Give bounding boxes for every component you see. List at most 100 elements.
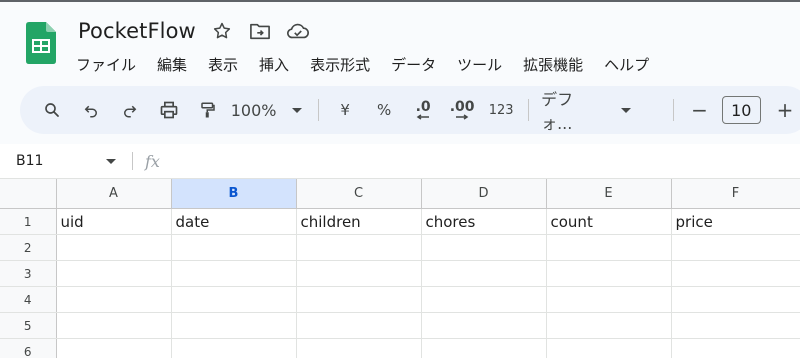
- search-icon: [45, 103, 59, 117]
- row-header[interactable]: 1: [0, 208, 57, 235]
- cell-e3[interactable]: [546, 260, 672, 287]
- menu-file[interactable]: ファイル: [76, 54, 136, 75]
- cell-b1[interactable]: date: [171, 208, 297, 235]
- arrow-left-icon: [416, 114, 430, 120]
- cell-e5[interactable]: [546, 312, 672, 339]
- row-header[interactable]: 3: [0, 260, 57, 287]
- formula-divider: [132, 152, 133, 170]
- move-to-folder-icon[interactable]: [248, 19, 272, 43]
- table-row: 6: [0, 338, 800, 358]
- chevron-down-icon[interactable]: [106, 158, 116, 164]
- cell-c5[interactable]: [296, 312, 422, 339]
- cell-d5[interactable]: [421, 312, 547, 339]
- font-size-input[interactable]: 10: [721, 96, 761, 124]
- font-family-select[interactable]: デフォ...: [541, 86, 655, 134]
- cell-b2[interactable]: [171, 234, 297, 261]
- cell-b4[interactable]: [171, 286, 297, 313]
- cell-a3[interactable]: [56, 260, 172, 287]
- decrease-decimal-button[interactable]: .0: [409, 94, 437, 126]
- cell-e6[interactable]: [546, 338, 672, 358]
- document-title[interactable]: PocketFlow: [78, 19, 196, 43]
- cell-a2[interactable]: [56, 234, 172, 261]
- currency-format-button[interactable]: ¥: [331, 94, 359, 126]
- cell-f2[interactable]: [671, 234, 800, 261]
- cell-e1[interactable]: count: [546, 208, 672, 235]
- cell-a5[interactable]: [56, 312, 172, 339]
- cell-f6[interactable]: [671, 338, 800, 358]
- column-header-e[interactable]: E: [546, 179, 672, 209]
- menu-format[interactable]: 表示形式: [310, 54, 370, 75]
- menu-extensions[interactable]: 拡張機能: [523, 54, 583, 75]
- row-header[interactable]: 6: [0, 338, 57, 358]
- more-formats-button[interactable]: 123: [487, 94, 515, 126]
- zoom-select[interactable]: 100%: [231, 94, 303, 126]
- formula-input[interactable]: [171, 148, 800, 174]
- menu-view[interactable]: 表示: [208, 54, 238, 75]
- menu-bar: ファイル 編集 表示 挿入 表示形式 データ ツール 拡張機能 ヘルプ: [76, 52, 670, 76]
- column-header-f[interactable]: F: [671, 179, 800, 209]
- increase-decimal-label: .00: [449, 99, 475, 115]
- paint-format-button[interactable]: [194, 94, 222, 126]
- search-menus-button[interactable]: [38, 94, 66, 126]
- decrease-decimal-label: .0: [415, 99, 431, 115]
- undo-icon: [84, 105, 97, 118]
- undo-button[interactable]: [77, 94, 105, 126]
- cell-b3[interactable]: [171, 260, 297, 287]
- redo-button[interactable]: [116, 94, 144, 126]
- cell-d1[interactable]: chores: [421, 208, 547, 235]
- table-row: 3: [0, 260, 800, 287]
- cell-f1[interactable]: price: [671, 208, 800, 235]
- percent-format-button[interactable]: %: [370, 94, 398, 126]
- cell-c6[interactable]: [296, 338, 422, 358]
- name-box[interactable]: B11: [16, 153, 116, 169]
- menu-data[interactable]: データ: [391, 54, 436, 75]
- column-header-c[interactable]: C: [296, 179, 422, 209]
- table-row: 2: [0, 234, 800, 261]
- cell-e4[interactable]: [546, 286, 672, 313]
- cell-d6[interactable]: [421, 338, 547, 358]
- cell-c1[interactable]: children: [296, 208, 422, 235]
- cell-f4[interactable]: [671, 286, 800, 313]
- table-row: 5: [0, 312, 800, 339]
- toolbar-divider: [318, 99, 320, 121]
- minus-icon: −: [691, 98, 708, 122]
- decrease-font-size-button[interactable]: −: [686, 94, 714, 126]
- column-header-b[interactable]: B: [171, 179, 297, 209]
- cell-c2[interactable]: [296, 234, 422, 261]
- column-header-d[interactable]: D: [421, 179, 547, 209]
- cell-a1[interactable]: uid: [56, 208, 172, 235]
- cell-b5[interactable]: [171, 312, 297, 339]
- cell-c4[interactable]: [296, 286, 422, 313]
- cell-d4[interactable]: [421, 286, 547, 313]
- redo-icon: [124, 105, 137, 118]
- print-button[interactable]: [155, 94, 183, 126]
- cell-d3[interactable]: [421, 260, 547, 287]
- menu-tools[interactable]: ツール: [457, 54, 502, 75]
- select-all-corner[interactable]: [0, 179, 57, 209]
- percent-label: %: [376, 101, 392, 119]
- table-row: 1 uid date children chores count price: [0, 208, 800, 235]
- cell-b6[interactable]: [171, 338, 297, 358]
- menu-edit[interactable]: 編集: [157, 54, 187, 75]
- cell-f3[interactable]: [671, 260, 800, 287]
- chevron-down-icon: [620, 107, 631, 113]
- row-header[interactable]: 5: [0, 312, 57, 339]
- row-header[interactable]: 2: [0, 234, 57, 261]
- cell-a6[interactable]: [56, 338, 172, 358]
- column-header-a[interactable]: A: [56, 179, 172, 209]
- cell-c3[interactable]: [296, 260, 422, 287]
- row-header[interactable]: 4: [0, 286, 57, 313]
- fx-icon: fx: [145, 151, 160, 171]
- cloud-saved-icon[interactable]: [286, 19, 310, 43]
- cell-e2[interactable]: [546, 234, 672, 261]
- increase-decimal-button[interactable]: .00: [448, 94, 476, 126]
- menu-help[interactable]: ヘルプ: [604, 54, 649, 75]
- cell-a4[interactable]: [56, 286, 172, 313]
- sheets-logo-icon[interactable]: [26, 22, 56, 64]
- menu-insert[interactable]: 挿入: [259, 54, 289, 75]
- star-icon[interactable]: [210, 19, 234, 43]
- cell-d2[interactable]: [421, 234, 547, 261]
- cell-f5[interactable]: [671, 312, 800, 339]
- font-family-value: デフォ...: [541, 90, 574, 133]
- increase-font-size-button[interactable]: +: [771, 94, 799, 126]
